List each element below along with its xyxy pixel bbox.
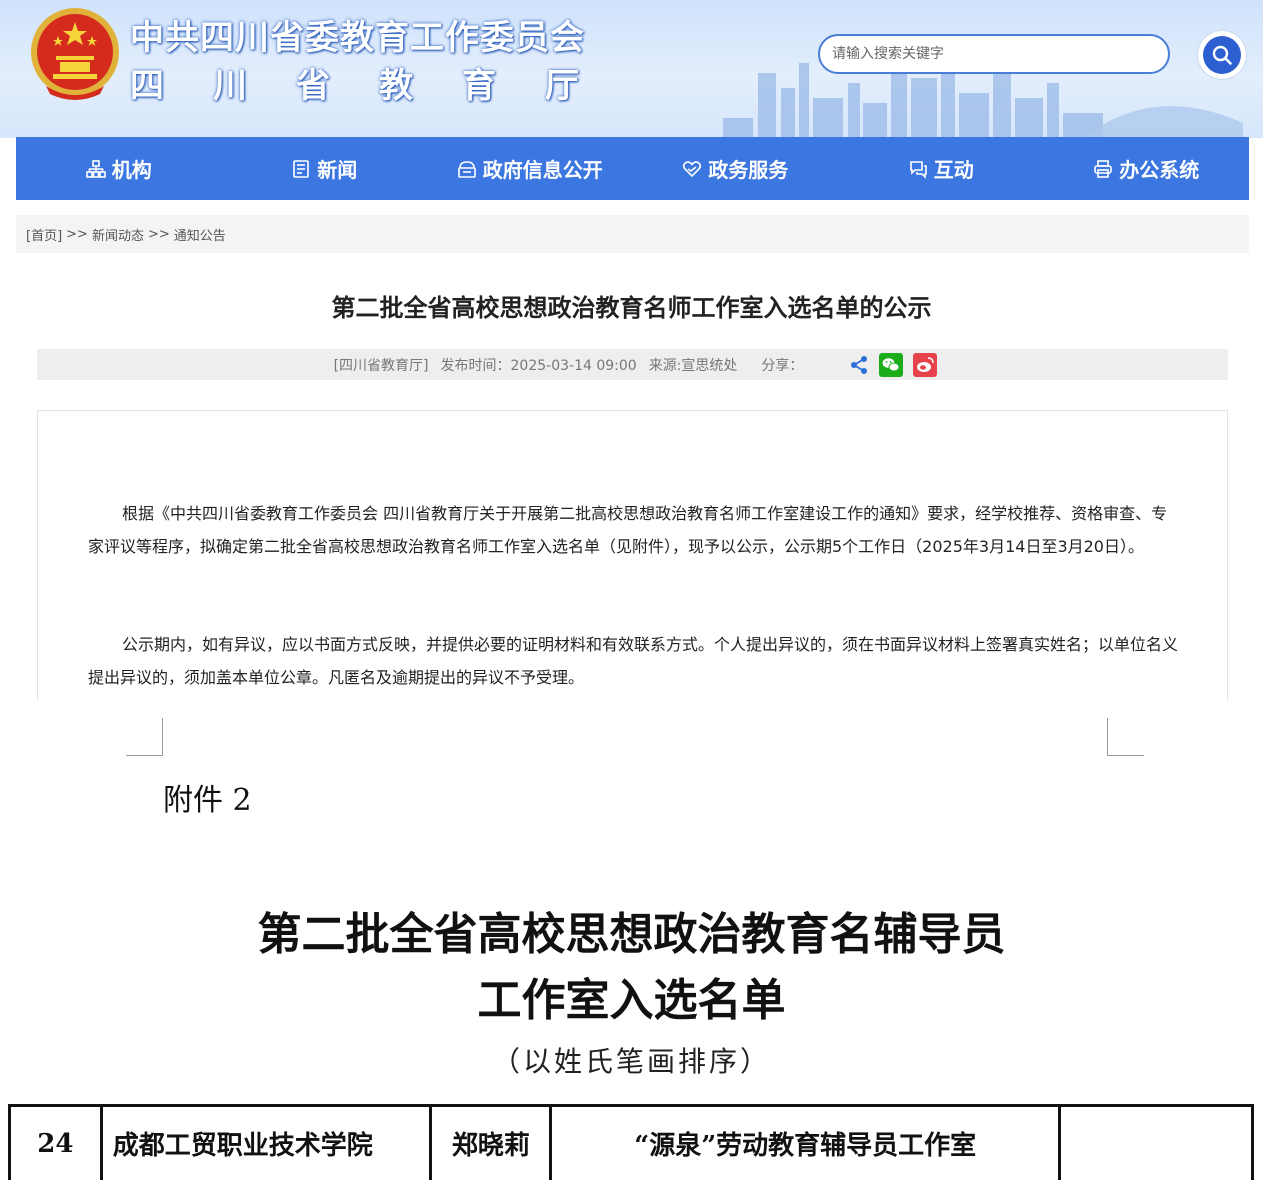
table-row: 24 成都工贸职业技术学院 郑晓莉 “源泉”劳动教育辅导员工作室 [8,1104,1254,1180]
nav-item-info-disclosure[interactable]: 政府信息公开 [427,137,633,200]
nav-label-org: 机构 [111,158,152,182]
row-number: 24 [8,1104,103,1180]
chat-icon [909,160,927,179]
nav-label-office-system: 办公系统 [1119,158,1200,182]
nav-item-interaction[interactable]: 互动 [838,137,1044,200]
printer-icon [1094,159,1113,178]
article-meta-bar: [四川省教育厅] 发布时间：2025-03-14 09:00 来源:宣思统处 分… [37,349,1228,380]
nav-label-news: 新闻 [317,158,358,182]
main-nav: 机构 新闻 政府信息公开 政务服务 互动 办公系统 [16,137,1249,200]
search-button[interactable] [1198,31,1246,79]
breadcrumb-notices[interactable]: 通知公告 [174,225,226,244]
publish-time: 2025-03-14 09:00 [510,357,637,374]
crop-mark-right [1107,718,1144,756]
publish-time-label: 发布时间： [440,357,511,374]
article-publisher: [四川省教育厅] [333,357,429,374]
breadcrumb-separator: >> [147,226,170,242]
breadcrumb-separator: >> [66,226,88,242]
share-label: 分享： [761,357,804,374]
row-name: 郑晓莉 [429,1104,553,1180]
article-paragraph: 根据《中共四川省委教育工作委员会 四川省教育厅关于开展第二批高校思想政治教育名师… [88,504,1168,556]
nav-item-org[interactable]: 机构 [16,137,222,200]
site-title-department: 四川省教育厅 [130,66,628,106]
crop-mark-left [126,718,163,756]
site-title-party-committee: 中共四川省委教育工作委员会 [130,18,585,58]
breadcrumb-news[interactable]: 新闻动态 [92,225,144,244]
publish-time-group: 发布时间：2025-03-14 09:00 [441,355,637,375]
search-input[interactable] [820,36,1168,72]
nav-item-services[interactable]: 政务服务 [633,137,839,200]
article-title: 第二批全省高校思想政治教育名师工作室入选名单的公示 [331,294,932,322]
nav-label-services: 政务服务 [708,158,789,182]
share-icons [839,352,938,377]
wechat-icon[interactable] [879,352,904,377]
nav-item-office-system[interactable]: 办公系统 [1044,137,1250,200]
search-box [818,34,1170,74]
site-header: 中共四川省委教育工作委员会 四川省教育厅 [0,0,1263,138]
nav-label-interaction: 互动 [933,158,974,182]
org-chart-icon [85,159,106,178]
row-school: 成都工贸职业技术学院 [99,1104,433,1180]
document-table: 24 成都工贸职业技术学院 郑晓莉 “源泉”劳动教育辅导员工作室 [8,1104,1254,1180]
breadcrumb: [首页] >> 新闻动态 >> 通知公告 [16,215,1249,253]
document-subtitle: （以姓氏笔画排序） [491,1045,771,1078]
article-paragraph: 公示期内，如有异议，应以书面方式反映，并提供必要的证明材料和有效联系方式。个人提… [88,635,1179,687]
document-title-line1: 第二批全省高校思想政治教育名辅导员 [257,909,1006,960]
nav-item-news[interactable]: 新闻 [222,137,428,200]
share-icon[interactable] [849,355,869,375]
nav-label-info-disclosure: 政府信息公开 [482,158,603,182]
info-disclosure-icon [457,160,476,178]
search-icon [1212,45,1232,65]
national-emblem-icon [31,8,119,100]
document-title-line2: 工作室入选名单 [477,975,786,1026]
news-icon [293,159,310,178]
breadcrumb-home[interactable]: [首页] [26,225,62,244]
weibo-icon[interactable] [913,352,938,377]
service-heart-icon [683,160,702,177]
attachment-label: 附件 2 [163,783,252,818]
row-studio: “源泉”劳动教育辅导员工作室 [549,1104,1062,1180]
row-note [1058,1104,1254,1180]
article-source: 来源:宣思统处 [648,357,738,374]
